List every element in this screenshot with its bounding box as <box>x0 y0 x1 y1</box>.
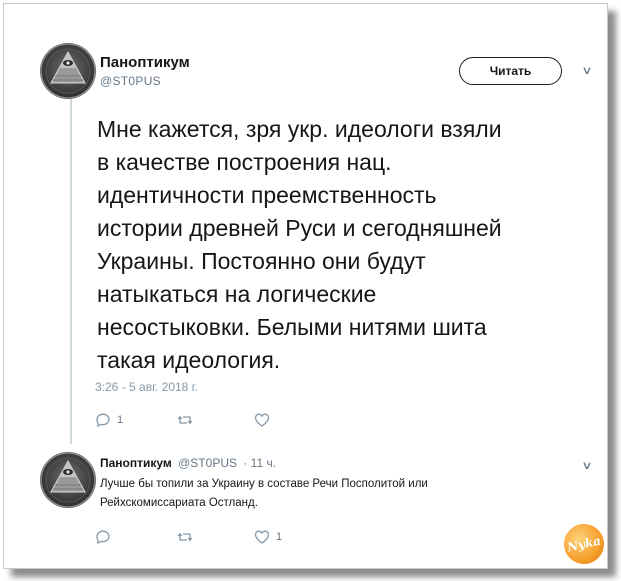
retweet-icon <box>177 532 193 542</box>
chevron-down-icon[interactable]: ∨ <box>581 64 592 77</box>
tweet-timestamp[interactable]: 3:26 - 5 авг. 2018 г. <box>95 380 198 394</box>
reply-like-count: 1 <box>276 531 283 543</box>
reply-retweet-button[interactable] <box>177 529 193 545</box>
retweet-button[interactable] <box>177 412 193 428</box>
author-handle[interactable]: @ST0PUS <box>100 74 161 88</box>
author-avatar[interactable] <box>40 43 96 99</box>
tweet-card: Паноптикум @ST0PUS Читать ∨ Мне кажется,… <box>3 3 608 569</box>
thread-connector-line <box>70 97 72 444</box>
reply-count: 1 <box>117 414 124 426</box>
tweet-text: Мне кажется, зря укр. идеологи взяли в к… <box>97 116 502 373</box>
chevron-down-icon[interactable]: ∨ <box>581 459 592 472</box>
watermark-logo: Nyka <box>560 520 608 568</box>
reply-author-avatar[interactable] <box>40 452 96 508</box>
reply-header: Паноптикум @ST0PUS · 11 ч. <box>100 456 276 470</box>
all-seeing-eye-pyramid-icon <box>40 43 96 99</box>
reply-bubble-icon <box>96 413 110 428</box>
heart-icon <box>254 413 270 427</box>
all-seeing-eye-pyramid-icon <box>40 452 96 508</box>
reply-bubble-icon <box>96 530 110 545</box>
reply-time[interactable]: · 11 ч. <box>243 456 276 470</box>
reply-text: Лучше бы топили за Украину в составе Реч… <box>100 478 428 509</box>
retweet-icon <box>177 415 193 425</box>
follow-button[interactable]: Читать <box>459 57 562 85</box>
reply-reply-button[interactable] <box>95 529 111 545</box>
reply-like-button[interactable]: 1 <box>254 529 282 545</box>
like-button[interactable] <box>254 412 270 428</box>
heart-icon <box>254 530 270 544</box>
reply-author-handle[interactable]: @ST0PUS <box>178 456 237 470</box>
reply-author-name[interactable]: Паноптикум <box>100 456 172 470</box>
author-name[interactable]: Паноптикум <box>100 54 190 71</box>
reply-button[interactable]: 1 <box>95 412 123 428</box>
